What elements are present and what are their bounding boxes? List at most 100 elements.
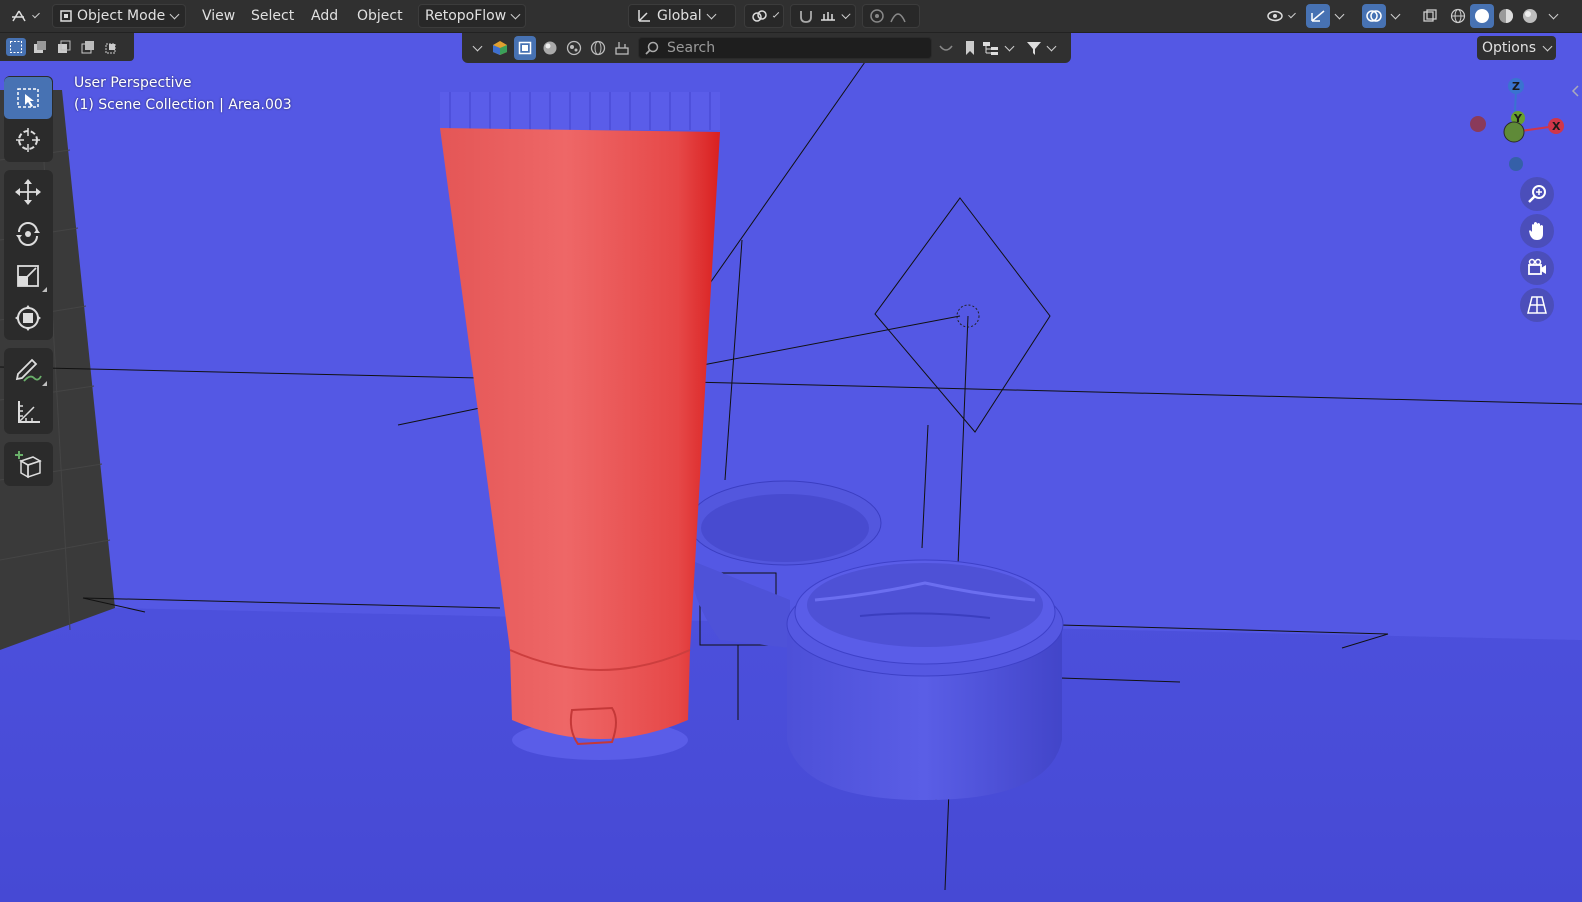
filter-dropdown[interactable]: [1024, 36, 1064, 60]
color-cube-icon: [492, 40, 508, 56]
filter-color-icon-button[interactable]: [488, 36, 512, 60]
bookmark-button[interactable]: [958, 36, 982, 60]
select-extend-icon: [33, 40, 47, 54]
proportional-icon[interactable]: [869, 8, 885, 24]
filter-world-button[interactable]: [586, 36, 610, 60]
options-button[interactable]: Options: [1477, 36, 1556, 60]
object-mode-icon: [59, 9, 73, 23]
filter-scene-button[interactable]: [610, 36, 634, 60]
scene-icon: [614, 40, 630, 56]
select-intersect-icon: [105, 40, 119, 54]
tool-rotate[interactable]: [4, 213, 52, 255]
tool-measure[interactable]: [4, 391, 52, 433]
selection-mode-bar: [0, 33, 134, 61]
xray-toggle[interactable]: [1418, 4, 1442, 28]
hand-icon: [1526, 220, 1548, 242]
gizmo-icon: [1309, 8, 1327, 24]
tool-select-box[interactable]: [4, 77, 52, 119]
camera-view-button[interactable]: [1520, 251, 1554, 285]
transform-icon: [14, 304, 42, 332]
overlays-toggle[interactable]: [1362, 4, 1386, 28]
material-ball-icon: [542, 40, 558, 56]
gizmo-neg-x-axis[interactable]: [1470, 116, 1486, 132]
filter-curve-button[interactable]: [934, 36, 958, 60]
gizmo-dropdown[interactable]: [1330, 4, 1350, 28]
gizmo-x-label: X: [1552, 120, 1561, 133]
mode-selector[interactable]: Object Mode: [52, 4, 186, 28]
visibility-selector[interactable]: [1260, 4, 1300, 28]
viewport-header: Object Mode View Select Add Object Retop…: [0, 0, 1582, 33]
shading-dropdown[interactable]: [1544, 4, 1566, 28]
tool-add-cube[interactable]: [4, 443, 52, 485]
snapping-controls[interactable]: [790, 4, 856, 28]
filter-texture-button[interactable]: [562, 36, 586, 60]
overlays-dropdown[interactable]: [1386, 4, 1406, 28]
view-name-label: User Perspective: [74, 75, 192, 91]
tool-transform[interactable]: [4, 297, 52, 339]
chevron-left-icon: [1570, 84, 1580, 98]
annotate-pencil-icon: [14, 356, 42, 384]
solid-sphere-icon: [1474, 8, 1490, 24]
options-label: Options: [1481, 40, 1537, 56]
gizmo-neg-y-axis[interactable]: [1503, 121, 1525, 143]
measure-ruler-icon: [14, 398, 42, 426]
select-subtract-button[interactable]: [54, 38, 74, 56]
retopoflow-menu[interactable]: RetopoFlow: [418, 4, 526, 28]
snap-increment-icon[interactable]: [819, 8, 837, 24]
sidebar-toggle-arrow[interactable]: [1570, 84, 1580, 98]
material-sphere-icon: [1498, 8, 1514, 24]
transform-orientation-selector[interactable]: Global: [628, 4, 736, 28]
tool-scale[interactable]: [4, 255, 52, 297]
shading-rendered[interactable]: [1518, 4, 1542, 28]
navigation-gizmo[interactable]: Z Y X: [1460, 74, 1570, 178]
orientation-label: Global: [657, 8, 702, 24]
snap-magnet-icon[interactable]: [797, 8, 815, 24]
falloff-curve-icon: [889, 8, 907, 24]
shading-material[interactable]: [1494, 4, 1518, 28]
retopoflow-label: RetopoFlow: [425, 8, 507, 24]
gizmo-toggle[interactable]: [1306, 4, 1330, 28]
shading-solid[interactable]: [1470, 4, 1494, 28]
collection-info-label: (1) Scene Collection | Area.003: [74, 97, 292, 113]
select-invert-button[interactable]: [78, 38, 98, 56]
menu-object[interactable]: Object: [351, 4, 409, 28]
search-icon: [645, 41, 659, 55]
hierarchy-icon: [982, 40, 1000, 56]
object-square-icon: [518, 41, 532, 55]
pivot-point-selector[interactable]: [744, 4, 784, 28]
shading-wireframe[interactable]: [1446, 4, 1470, 28]
scene-render: [0, 61, 1582, 902]
tool-move[interactable]: [4, 171, 52, 213]
gizmo-neg-z-axis[interactable]: [1509, 157, 1523, 171]
search-input[interactable]: [665, 39, 919, 57]
filter-object-button[interactable]: [514, 36, 536, 60]
wireframe-sphere-icon: [1450, 8, 1466, 24]
tool-cursor[interactable]: [4, 119, 52, 161]
tool-annotate[interactable]: [4, 349, 52, 391]
scale-icon: [14, 262, 42, 290]
pan-button[interactable]: [1520, 214, 1554, 248]
outliner-filter-bar: [462, 33, 1071, 63]
filter-material-button[interactable]: [538, 36, 562, 60]
world-globe-icon: [590, 40, 606, 56]
perspective-toggle-button[interactable]: [1520, 288, 1554, 322]
outliner-search-field[interactable]: [638, 37, 932, 59]
proportional-editing[interactable]: [862, 4, 920, 28]
select-intersect-button[interactable]: [102, 38, 122, 56]
editor-type-icon: [10, 8, 28, 24]
cursor-crosshair-icon: [14, 126, 42, 154]
gizmo-z-label: Z: [1512, 80, 1520, 93]
3d-viewport[interactable]: [0, 0, 1582, 902]
camera-icon: [1526, 257, 1548, 279]
pivot-icon: [751, 8, 769, 24]
display-mode-selector[interactable]: [980, 36, 1020, 60]
zoom-button[interactable]: [1520, 177, 1554, 211]
select-new-button[interactable]: [6, 38, 26, 56]
perspective-grid-icon: [1526, 294, 1548, 316]
menu-view[interactable]: View: [196, 4, 241, 28]
editor-type-button[interactable]: [4, 4, 44, 28]
menu-add[interactable]: Add: [305, 4, 344, 28]
add-cube-icon: [13, 449, 43, 479]
select-extend-button[interactable]: [30, 38, 50, 56]
menu-select[interactable]: Select: [245, 4, 300, 28]
